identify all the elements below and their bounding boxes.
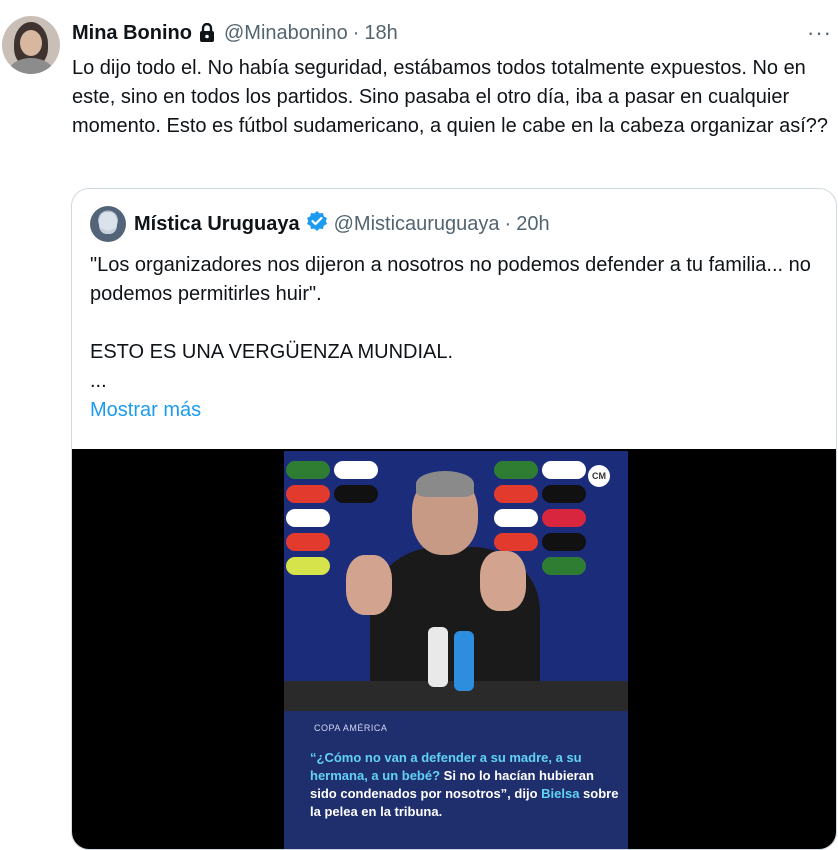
- tweet-time[interactable]: 18h: [364, 22, 397, 45]
- sponsor-logo: [334, 485, 378, 503]
- left-hand: [346, 555, 392, 615]
- author-avatar[interactable]: [2, 16, 60, 74]
- speaker-hair: [416, 471, 474, 497]
- sponsor-logo: [286, 509, 330, 527]
- quote-header: Mística Uruguaya @Misticauruguaya · 20h: [90, 206, 550, 242]
- sponsor-logo: [494, 485, 538, 503]
- caption-name: Bielsa: [541, 786, 580, 801]
- tweet-header: Mina Bonino @Minabonino · 18h: [72, 20, 398, 46]
- author-handle[interactable]: @Minabonino: [224, 22, 348, 45]
- sponsor-logo: [542, 509, 586, 527]
- sponsor-logo: [494, 533, 538, 551]
- right-hand: [480, 551, 526, 611]
- sponsor-logo: [286, 461, 330, 479]
- quote-media[interactable]: CM COPA AMÉRICA “¿Cómo no van a defender…: [72, 449, 836, 849]
- lock-icon: [198, 23, 216, 43]
- tweet-text: Lo dijo todo el. No había seguridad, est…: [72, 57, 829, 137]
- channel-badge: CM: [588, 465, 610, 487]
- quote-text: "Los organizadores nos dijeron a nosotro…: [90, 254, 811, 392]
- sponsor-logo: [542, 485, 586, 503]
- water-bottle: [454, 631, 474, 691]
- sponsor-logo: [334, 461, 378, 479]
- sponsor-logo: [494, 509, 538, 527]
- quote-time[interactable]: 20h: [516, 213, 549, 236]
- sponsor-logo: [542, 557, 586, 575]
- video-caption: “¿Cómo no van a defender a su madre, a s…: [310, 749, 622, 821]
- quote-author-name[interactable]: Mística Uruguaya: [134, 213, 300, 236]
- quoted-tweet[interactable]: Mística Uruguaya @Misticauruguaya · 20h …: [71, 188, 837, 850]
- video-frame[interactable]: CM COPA AMÉRICA “¿Cómo no van a defender…: [284, 451, 628, 849]
- sponsor-logo: [286, 557, 330, 575]
- quote-author-handle[interactable]: @Misticauruguaya: [334, 213, 500, 236]
- dot-separator: ·: [352, 21, 360, 44]
- quote-dot-separator: ·: [504, 212, 512, 235]
- sponsor-logo: [286, 533, 330, 551]
- quote-author-avatar[interactable]: [90, 206, 126, 242]
- sponsor-logo: [542, 461, 586, 479]
- more-options-icon[interactable]: ···: [807, 20, 832, 46]
- sponsor-logo: [494, 461, 538, 479]
- author-name[interactable]: Mina Bonino: [72, 22, 192, 45]
- sponsor-logo: [542, 533, 586, 551]
- caption-tag: COPA AMÉRICA: [314, 723, 388, 733]
- water-bottle: [428, 627, 448, 687]
- show-more-link[interactable]: Mostrar más: [90, 399, 201, 422]
- verified-badge-icon: [306, 210, 328, 238]
- sponsor-logo: [286, 485, 330, 503]
